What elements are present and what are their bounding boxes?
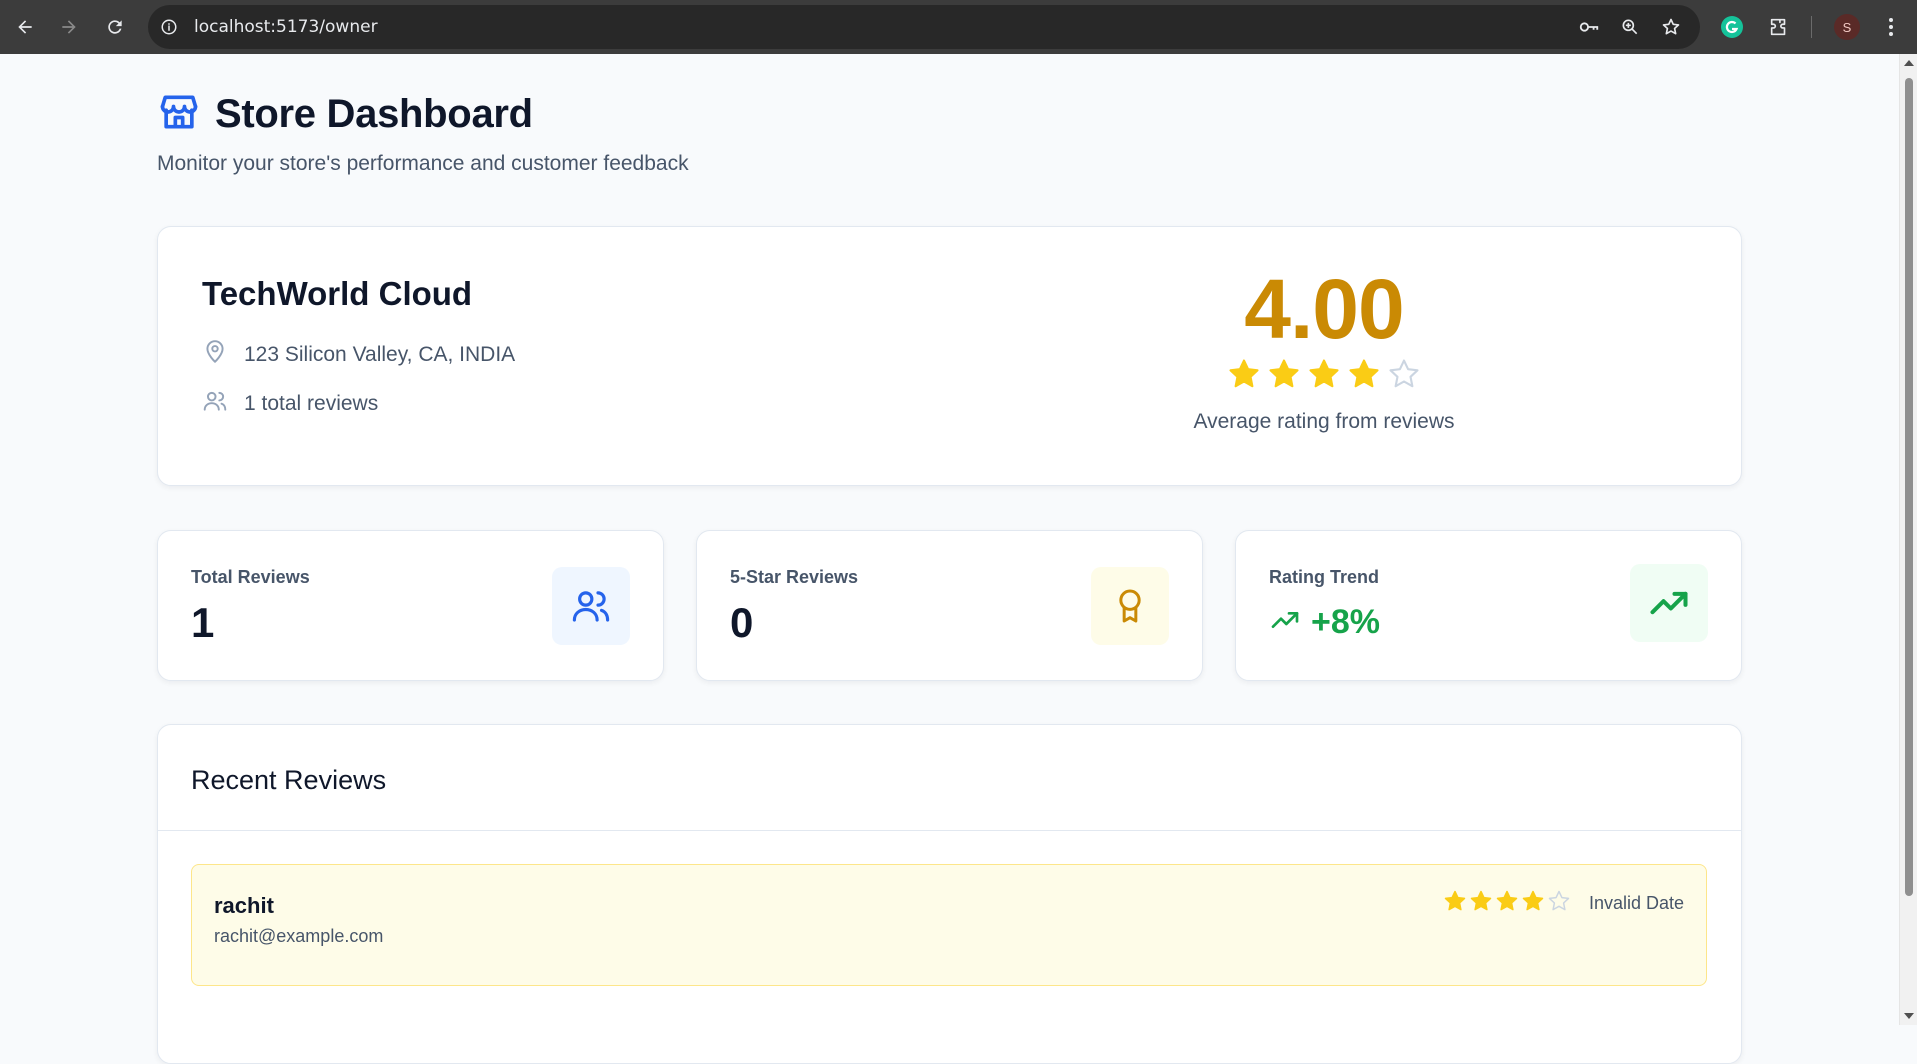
star-filled-icon xyxy=(1469,889,1493,918)
page-title: Store Dashboard xyxy=(215,92,533,136)
star-filled-icon xyxy=(1347,357,1381,396)
rating-caption: Average rating from reviews xyxy=(1193,410,1455,433)
stat-label: Rating Trend xyxy=(1269,567,1380,587)
store-address: 123 Silicon Valley, CA, INDIA xyxy=(244,343,516,366)
review-meta: Invalid Date xyxy=(1443,889,1684,918)
award-icon xyxy=(1091,567,1169,645)
page-scrollbar[interactable] xyxy=(1899,54,1917,1025)
star-empty-icon xyxy=(1547,889,1571,918)
star-filled-icon xyxy=(1521,889,1545,918)
review-stars xyxy=(1443,889,1571,918)
store-address-row: 123 Silicon Valley, CA, INDIA xyxy=(202,339,515,371)
stat-card-rating-trend: Rating Trend +8% xyxy=(1235,530,1742,681)
reviewer-email: rachit@example.com xyxy=(214,926,384,946)
star-empty-icon xyxy=(1387,357,1421,396)
scroll-thumb[interactable] xyxy=(1905,78,1913,896)
site-info-icon[interactable] xyxy=(158,16,180,38)
review-item: rachit rachit@example.com Invalid Date xyxy=(191,864,1707,986)
map-pin-icon xyxy=(202,339,228,371)
star-filled-icon xyxy=(1267,357,1301,396)
reload-icon[interactable] xyxy=(102,14,128,40)
address-bar[interactable]: localhost:5173/owner xyxy=(148,5,1700,49)
toolbar-divider xyxy=(1811,16,1812,38)
password-key-icon[interactable] xyxy=(1578,16,1600,38)
star-filled-icon xyxy=(1443,889,1467,918)
url-text[interactable]: localhost:5173/owner xyxy=(194,17,378,37)
page-subtitle: Monitor your store's performance and cus… xyxy=(157,152,689,175)
more-menu-icon[interactable] xyxy=(1878,14,1904,40)
extensions-icon[interactable] xyxy=(1766,14,1792,40)
store-name: TechWorld Cloud xyxy=(202,275,473,312)
users-icon xyxy=(202,388,228,420)
scroll-up-arrow[interactable] xyxy=(1904,60,1914,66)
page-header: Store Dashboard xyxy=(157,90,533,139)
store-icon xyxy=(157,90,201,139)
stat-label: 5-Star Reviews xyxy=(730,567,859,587)
stat-value: +8% xyxy=(1311,603,1380,641)
trend-value-row: +8% xyxy=(1269,603,1380,642)
store-reviews-row: 1 total reviews xyxy=(202,388,378,420)
trending-up-icon xyxy=(1630,564,1708,642)
trending-up-icon xyxy=(1269,604,1301,641)
section-divider xyxy=(158,830,1741,831)
average-rating-block: 4.00 Average rating from reviews xyxy=(1138,267,1510,434)
back-icon[interactable] xyxy=(12,14,38,40)
grammarly-icon[interactable] xyxy=(1719,14,1745,40)
forward-icon[interactable] xyxy=(56,14,82,40)
average-rating-value: 4.00 xyxy=(1244,262,1405,356)
store-summary-card: TechWorld Cloud 123 Silicon Valley, CA, … xyxy=(157,226,1742,486)
stat-label: Total Reviews xyxy=(191,567,310,587)
zoom-icon[interactable] xyxy=(1619,16,1641,38)
stat-card-five-star-reviews: 5-Star Reviews 0 xyxy=(696,530,1203,681)
scroll-down-arrow[interactable] xyxy=(1904,1013,1914,1019)
star-filled-icon xyxy=(1227,357,1261,396)
profile-avatar[interactable]: S xyxy=(1834,14,1860,40)
stat-value: 1 xyxy=(191,599,215,646)
star-filled-icon xyxy=(1307,357,1341,396)
rating-stars xyxy=(1138,357,1510,396)
recent-reviews-card: Recent Reviews rachit rachit@example.com… xyxy=(157,724,1742,1064)
stat-value: 0 xyxy=(730,599,754,646)
star-filled-icon xyxy=(1495,889,1519,918)
store-review-count: 1 total reviews xyxy=(244,392,379,415)
bookmark-star-icon[interactable] xyxy=(1660,16,1682,38)
users-icon xyxy=(552,567,630,645)
review-date: Invalid Date xyxy=(1588,893,1684,913)
browser-toolbar: localhost:5173/owner S xyxy=(0,0,1917,54)
section-title: Recent Reviews xyxy=(191,765,387,795)
reviewer-name: rachit xyxy=(214,893,274,918)
stat-card-total-reviews: Total Reviews 1 xyxy=(157,530,664,681)
